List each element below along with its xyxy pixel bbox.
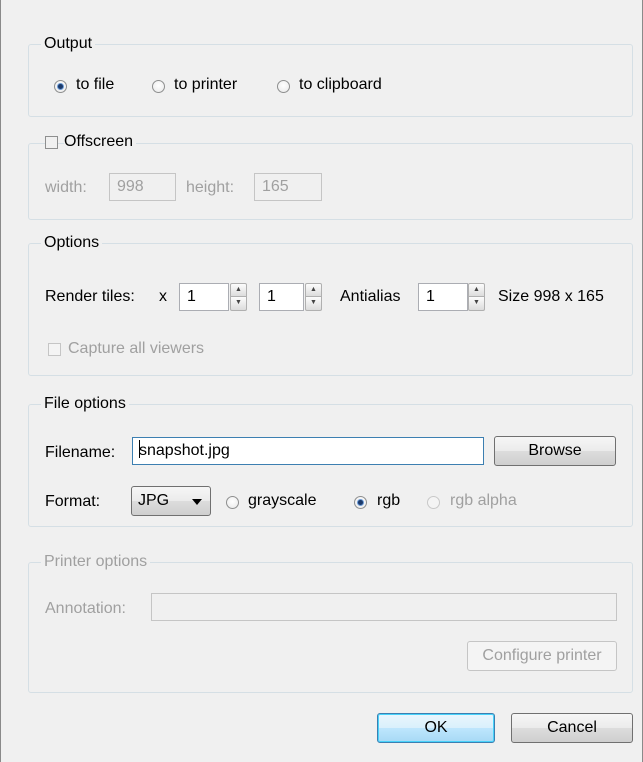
tiles-x-spinner[interactable]: ▲ ▼ [230,283,247,311]
tiles-x-separator: x [159,288,167,305]
browse-button[interactable]: Browse [494,436,616,466]
configure-printer-button[interactable]: Configure printer [467,641,617,671]
render-tiles-label: Render tiles: [45,288,135,305]
offscreen-checkbox[interactable] [45,136,58,149]
rgb-label[interactable]: rgb [377,491,400,511]
output-group-title: Output [41,33,96,55]
printer-options-group: Printer options [28,551,633,693]
to-clipboard-label[interactable]: to clipboard [299,75,382,95]
to-clipboard-radio[interactable] [277,80,290,93]
tiles-x-down-icon[interactable]: ▼ [230,297,247,311]
annotation-field[interactable] [151,593,617,621]
offscreen-label[interactable]: Offscreen [64,132,137,152]
annotation-label: Annotation: [45,600,126,617]
antialias-label: Antialias [340,288,401,305]
file-options-group-title: File options [41,393,129,415]
to-file-radio[interactable] [54,80,67,93]
cancel-button[interactable]: Cancel [511,713,633,743]
rgb-alpha-radio[interactable] [427,496,440,509]
to-file-label[interactable]: to file [76,75,114,95]
rgb-alpha-label: rgb alpha [450,492,517,509]
chevron-down-icon [192,499,202,505]
to-printer-label[interactable]: to printer [174,75,237,95]
height-field[interactable]: 165 [254,173,322,201]
snapshot-dialog: Output to file to printer to clipboard O… [0,0,643,762]
capture-all-label: Capture all viewers [68,340,205,357]
filename-value: snapshot.jpg [139,442,230,459]
to-printer-radio[interactable] [152,80,165,93]
size-label: Size 998 x 165 [498,288,604,305]
format-select[interactable]: JPG [131,486,211,516]
printer-options-group-title: Printer options [41,551,151,573]
options-group-title: Options [41,232,103,254]
grayscale-radio[interactable] [226,496,239,509]
antialias-field[interactable]: 1 [418,283,468,311]
width-field[interactable]: 998 [109,173,176,201]
tiles-y-up-icon[interactable]: ▲ [305,283,322,297]
format-label: Format: [45,493,101,510]
tiles-x-field[interactable]: 1 [179,283,229,311]
capture-all-checkbox[interactable] [48,343,61,356]
tiles-x-up-icon[interactable]: ▲ [230,283,247,297]
ok-button[interactable]: OK [377,713,495,743]
rgb-radio[interactable] [354,496,367,509]
filename-input[interactable]: snapshot.jpg [132,437,484,465]
grayscale-label[interactable]: grayscale [248,491,316,511]
tiles-y-spinner[interactable]: ▲ ▼ [305,283,322,311]
filename-label: Filename: [45,444,116,461]
antialias-spinner[interactable]: ▲ ▼ [468,283,485,311]
tiles-y-field[interactable]: 1 [259,283,304,311]
height-label: height: [186,179,235,196]
antialias-down-icon[interactable]: ▼ [468,297,485,311]
tiles-y-down-icon[interactable]: ▼ [305,297,322,311]
antialias-up-icon[interactable]: ▲ [468,283,485,297]
width-label: width: [45,179,87,196]
format-value: JPG [138,492,170,509]
